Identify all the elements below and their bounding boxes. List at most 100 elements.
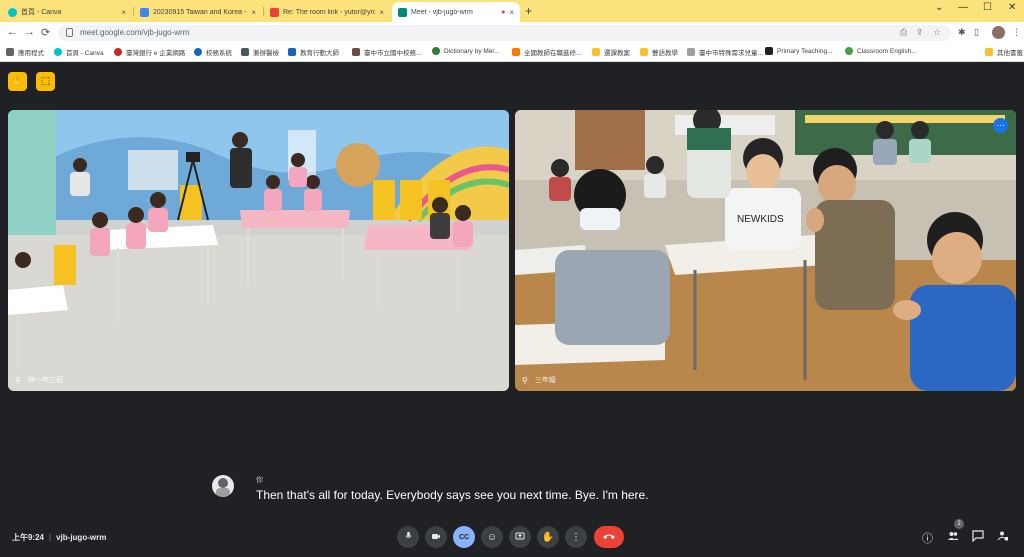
bookmark-apps[interactable]: 應用程式 [6, 47, 44, 57]
layout-panel-button[interactable]: ⬚ [36, 72, 55, 91]
reload-button[interactable]: ⟳ [41, 26, 50, 39]
meet-favicon-icon [398, 7, 407, 17]
bookmark-label: 臺中市特殊需求兒童... [699, 50, 763, 57]
tab-close-icon[interactable]: × [509, 8, 514, 17]
bookmark-item[interactable]: 校務系統 [194, 47, 232, 57]
raise-hand-button[interactable]: ✋ [537, 526, 559, 548]
people-count-badge: 2 [954, 519, 964, 529]
maximize-button[interactable]: ☐ [983, 2, 992, 13]
profile-avatar[interactable] [992, 26, 1005, 39]
tab-title: 首頁 - Canva [21, 9, 62, 16]
apps-grid-icon [6, 48, 14, 56]
bookmark-label: 臺中市立國中校務... [364, 50, 422, 57]
menu-icon[interactable]: ⋮ [1012, 27, 1021, 38]
bookmark-item[interactable]: 臺中市立國中校務... [352, 47, 421, 57]
meeting-details-icon[interactable]: ⓘ [922, 530, 933, 546]
bookmark-label: 選課教案 [604, 50, 630, 57]
camera-button[interactable] [425, 526, 447, 548]
tab-search-icon[interactable]: ⌄ [935, 2, 943, 13]
pin-icon[interactable]: ⚲ [15, 376, 21, 385]
address-bar[interactable]: meet.google.com/vjb-jugo-wrm ⎙ ⇪ ☆ [58, 25, 951, 41]
tab-canva[interactable]: 首頁 - Canva × [2, 2, 132, 22]
tab-close-icon[interactable]: × [251, 8, 256, 17]
tab-meet[interactable]: Meet - vjb-jugo-wrm ● × [392, 2, 520, 22]
bookmark-star-icon[interactable]: ☆ [933, 27, 941, 38]
tab-strip: 首頁 - Canva × 20230915 Taiwan and Korea -… [0, 0, 1024, 22]
participant-video-tile[interactable]: NEWKIDS ⋯ ⚲ 三年級 [515, 110, 1016, 391]
hand-icon: ✋ [11, 76, 24, 87]
hand-raise-panel-button[interactable]: ✋ [8, 72, 27, 91]
pin-icon[interactable]: ⚲ [522, 376, 528, 385]
chat-icon[interactable] [972, 530, 984, 545]
bookmark-label: 全國教師在職進修... [524, 50, 582, 57]
tab-close-icon[interactable]: × [121, 8, 126, 17]
present-icon [515, 531, 525, 544]
host-controls-icon[interactable] [997, 530, 1009, 545]
bookmark-item[interactable]: Dictionary by Mer... [432, 47, 500, 55]
bookmark-item[interactable]: 選課教案 [592, 47, 630, 57]
bookmark-item[interactable]: 首頁 - Canva [54, 47, 104, 57]
primary-teaching-icon [765, 47, 773, 55]
leave-call-button[interactable] [594, 526, 624, 548]
more-options-button[interactable]: ⋮ [565, 526, 587, 548]
reading-list-icon[interactable]: ▯ [974, 27, 979, 38]
bookmark-item[interactable]: 兼辦醫檢 [241, 47, 279, 57]
other-bookmarks[interactable]: 其他書籤 [985, 47, 1023, 57]
bank-icon [114, 48, 122, 56]
back-button[interactable]: ← [7, 26, 18, 38]
bookmark-label: 教育行動大師 [300, 50, 339, 57]
tab-close-icon[interactable]: × [379, 8, 384, 17]
more-options-button[interactable]: ⋯ [993, 118, 1008, 133]
emoji-button[interactable]: ☺ [481, 526, 503, 548]
recording-dot-icon: ● [501, 8, 506, 16]
participant-name: 三年級 [535, 377, 556, 384]
dictionary-icon [432, 47, 440, 55]
emoji-icon: ☺ [486, 531, 498, 543]
tab-title: Meet - vjb-jugo-wrm [411, 8, 473, 16]
present-button[interactable] [509, 526, 531, 548]
bookmark-label: Primary Teaching... [777, 47, 833, 55]
minimize-button[interactable]: — [958, 2, 968, 13]
more-vert-icon: ⋮ [571, 531, 581, 543]
tab-gmail[interactable]: Re: The room link - yutor@yrc × [264, 2, 390, 22]
bookmark-item[interactable]: Primary Teaching... [765, 47, 833, 55]
school-system-icon [194, 48, 202, 56]
share-icon[interactable]: ⇪ [916, 27, 924, 38]
cast-icon[interactable]: ⎙ [900, 27, 907, 38]
people-icon[interactable] [947, 530, 959, 545]
extensions-icon[interactable]: ✱ [958, 27, 966, 38]
clock-time: 上午9:24 [12, 533, 45, 542]
toolbar: ← → ⟳ meet.google.com/vjb-jugo-wrm ⎙ ⇪ ☆… [0, 22, 1024, 44]
folder-icon [985, 48, 993, 56]
health-check-icon [241, 48, 249, 56]
captions-icon: CC [458, 533, 470, 541]
close-window-button[interactable]: ✕ [1008, 2, 1016, 13]
new-tab-button[interactable]: + [525, 4, 532, 18]
live-caption: 你 Then that's all for today. Everybody s… [212, 472, 812, 512]
bookmark-label: Classroom English... [857, 47, 917, 55]
phone-hangup-icon [602, 532, 616, 543]
participant-video-tile[interactable]: ⚲ 林一年三班 [8, 110, 509, 391]
bookmark-item[interactable]: 臺中市特殊需求兒童... [687, 47, 763, 57]
school-icon [352, 48, 360, 56]
slides-favicon-icon [140, 7, 149, 17]
bookmark-item[interactable]: Classroom English... [845, 47, 917, 55]
bookmark-item[interactable]: 臺灣銀行 e 企業網路 [114, 47, 185, 57]
teacher-training-icon [512, 48, 520, 56]
bookmark-item[interactable]: 教育行動大師 [288, 47, 339, 57]
svg-text:NEWKIDS: NEWKIDS [737, 214, 784, 225]
captions-button[interactable]: CC [453, 526, 475, 548]
bookmark-item[interactable]: 全國教師在職進修... [512, 47, 581, 57]
meeting-code[interactable]: vjb-jugo-wrm [56, 533, 106, 542]
microphone-button[interactable] [397, 526, 419, 548]
canva-icon [54, 48, 62, 56]
folder-icon [640, 48, 648, 56]
forward-button[interactable]: → [24, 26, 35, 38]
canva-favicon-icon [8, 7, 17, 17]
url-text[interactable]: meet.google.com/vjb-jugo-wrm [80, 28, 189, 37]
bookmark-item[interactable]: 雙語教學 [640, 47, 678, 57]
tab-slides[interactable]: 20230915 Taiwan and Korea - G × [134, 2, 262, 22]
tab-title: 20230915 Taiwan and Korea - G [153, 8, 248, 16]
classroom-english-icon [845, 47, 853, 55]
microphone-icon [404, 531, 413, 543]
